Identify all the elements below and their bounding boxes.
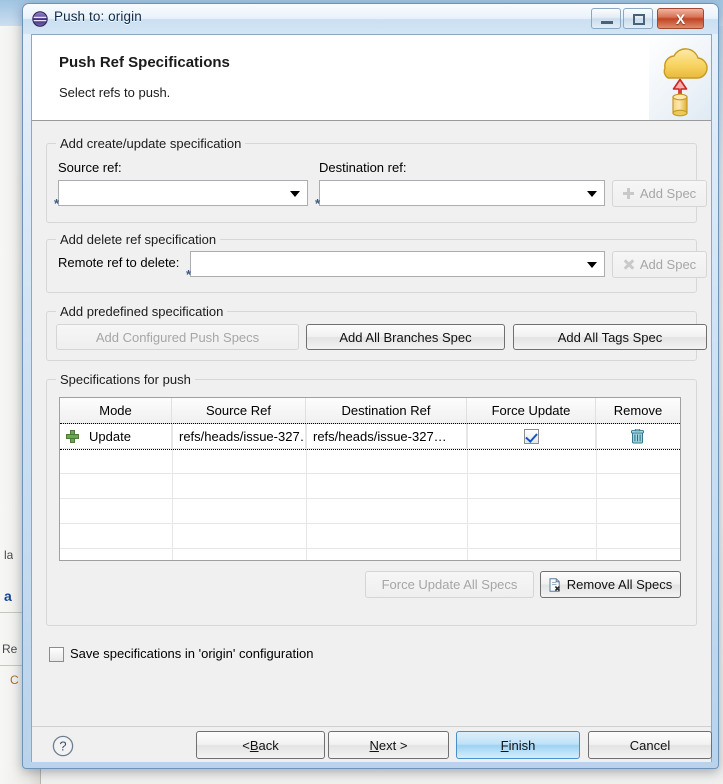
add-configured-push-specs-button[interactable]: Add Configured Push Specs — [56, 324, 299, 350]
cell-force-update[interactable] — [467, 424, 596, 449]
trash-icon[interactable] — [631, 429, 644, 444]
cell-mode: Update — [60, 424, 172, 449]
destination-ref-label: Destination ref: — [319, 160, 407, 175]
close-icon: X — [675, 11, 686, 27]
table-row-empty[interactable] — [60, 498, 680, 523]
source-ref-combo[interactable] — [58, 180, 308, 206]
remote-ref-delete-label: Remote ref to delete: — [58, 255, 180, 270]
table-row[interactable]: Update refs/heads/issue-327… refs/heads/… — [60, 423, 680, 450]
next-button[interactable]: Next > — [328, 731, 449, 759]
force-update-all-specs-button[interactable]: Force Update All Specs — [365, 571, 534, 598]
cell-source-ref: refs/heads/issue-327… — [172, 424, 306, 449]
force-update-checkbox[interactable] — [524, 429, 539, 444]
back-button-mnemonic: B — [249, 737, 259, 753]
push-dialog-window: Push to: origin X Push Ref Specification… — [22, 3, 719, 769]
maximize-button[interactable] — [623, 8, 653, 29]
cell-destination-ref: refs/heads/issue-327… — [306, 424, 467, 449]
background-divider-1 — [0, 612, 22, 613]
remove-doc-icon — [549, 577, 560, 592]
green-plus-icon — [66, 430, 79, 443]
cancel-button[interactable]: Cancel — [588, 731, 712, 759]
group-predefined-legend: Add predefined specification — [56, 304, 228, 319]
wizard-content: Add create/update specification Source r… — [32, 121, 711, 726]
chevron-down-icon — [587, 262, 597, 268]
eclipse-sphere-icon — [32, 11, 48, 27]
remote-ref-delete-combo[interactable] — [190, 251, 605, 277]
add-all-tags-spec-label: Add All Tags Spec — [557, 329, 663, 345]
save-specifications-checkbox[interactable] — [49, 647, 64, 662]
group-specs-legend: Specifications for push — [56, 372, 195, 387]
column-header-force-update[interactable]: Force Update — [467, 398, 596, 423]
chevron-down-icon — [290, 191, 300, 197]
chevron-down-icon — [587, 191, 597, 197]
finish-button[interactable]: Finish — [456, 731, 580, 759]
banner-area — [649, 35, 711, 120]
remote-ref-required-marker: * — [186, 267, 192, 282]
table-header-row: Mode Source Ref Destination Ref Force Up… — [60, 398, 680, 424]
remove-all-specs-button[interactable]: Remove All Specs — [540, 571, 681, 598]
destination-ref-required-marker: * — [315, 196, 321, 211]
add-all-branches-spec-label: Add All Branches Spec — [339, 329, 472, 345]
back-button-suffix: ack — [258, 737, 279, 753]
destination-ref-combo[interactable] — [319, 180, 605, 206]
background-fragment-4: C — [10, 673, 19, 687]
group-create-update-legend: Add create/update specification — [56, 136, 246, 151]
add-all-branches-spec-button[interactable]: Add All Branches Spec — [306, 324, 505, 350]
plus-icon — [622, 188, 634, 199]
page-subtitle: Select refs to push. — [59, 85, 171, 100]
background-divider-2 — [0, 665, 22, 666]
add-spec-delete-button[interactable]: Add Spec — [612, 251, 707, 278]
minimize-button[interactable] — [591, 8, 621, 29]
add-all-tags-spec-button[interactable]: Add All Tags Spec — [513, 324, 707, 350]
table-row-empty[interactable] — [60, 473, 680, 498]
force-update-all-specs-label: Force Update All Specs — [381, 577, 518, 592]
back-button-prefix: < — [242, 737, 250, 753]
background-fragment-1: la — [4, 548, 14, 562]
dialog-footer: ? < Back Next > Finish Cancel — [32, 726, 712, 762]
background-fragment-2: a — [4, 588, 12, 604]
window-title: Push to: origin — [54, 9, 142, 24]
add-spec-create-label: Add Spec — [639, 186, 697, 201]
column-header-source-ref[interactable]: Source Ref — [172, 398, 306, 423]
add-spec-create-button[interactable]: Add Spec — [612, 180, 707, 207]
next-button-suffix: ext > — [378, 737, 408, 753]
push-to-cloud-icon — [663, 48, 708, 117]
help-question-icon[interactable]: ? — [52, 735, 74, 757]
source-ref-required-marker: * — [54, 196, 60, 211]
column-header-destination-ref[interactable]: Destination Ref — [306, 398, 467, 423]
background-fragment-3: Re — [2, 642, 18, 656]
finish-button-mnemonic: F — [500, 737, 509, 753]
cell-mode-label: Update — [89, 429, 131, 444]
table-row-empty[interactable] — [60, 448, 680, 473]
cell-remove[interactable] — [596, 424, 680, 449]
add-configured-push-specs-label: Add Configured Push Specs — [95, 329, 260, 345]
remove-all-specs-label: Remove All Specs — [566, 577, 673, 592]
maximize-icon — [633, 14, 645, 25]
wizard-header: Push Ref Specifications Select refs to p… — [32, 35, 711, 121]
finish-button-suffix: inish — [508, 737, 536, 753]
specs-table[interactable]: Mode Source Ref Destination Ref Force Up… — [59, 397, 681, 561]
add-spec-delete-label: Add Spec — [639, 257, 697, 272]
cancel-button-label: Cancel — [629, 737, 671, 753]
source-ref-label: Source ref: — [58, 160, 122, 175]
column-header-remove[interactable]: Remove — [596, 398, 680, 423]
svg-text:?: ? — [59, 739, 66, 754]
save-specifications-label: Save specifications in 'origin' configur… — [70, 646, 314, 661]
minimize-icon — [601, 21, 613, 24]
close-button[interactable]: X — [657, 8, 704, 29]
page-title: Push Ref Specifications — [59, 54, 230, 71]
title-bar[interactable]: Push to: origin X — [23, 4, 718, 34]
next-button-mnemonic: N — [369, 737, 379, 753]
column-header-mode[interactable]: Mode — [60, 398, 172, 423]
wizard-dialog: Push Ref Specifications Select refs to p… — [31, 34, 712, 762]
x-icon — [623, 259, 634, 270]
table-row-empty[interactable] — [60, 523, 680, 548]
group-delete-ref-legend: Add delete ref specification — [56, 232, 221, 247]
back-button[interactable]: < Back — [196, 731, 325, 759]
table-row-empty[interactable] — [60, 548, 680, 560]
